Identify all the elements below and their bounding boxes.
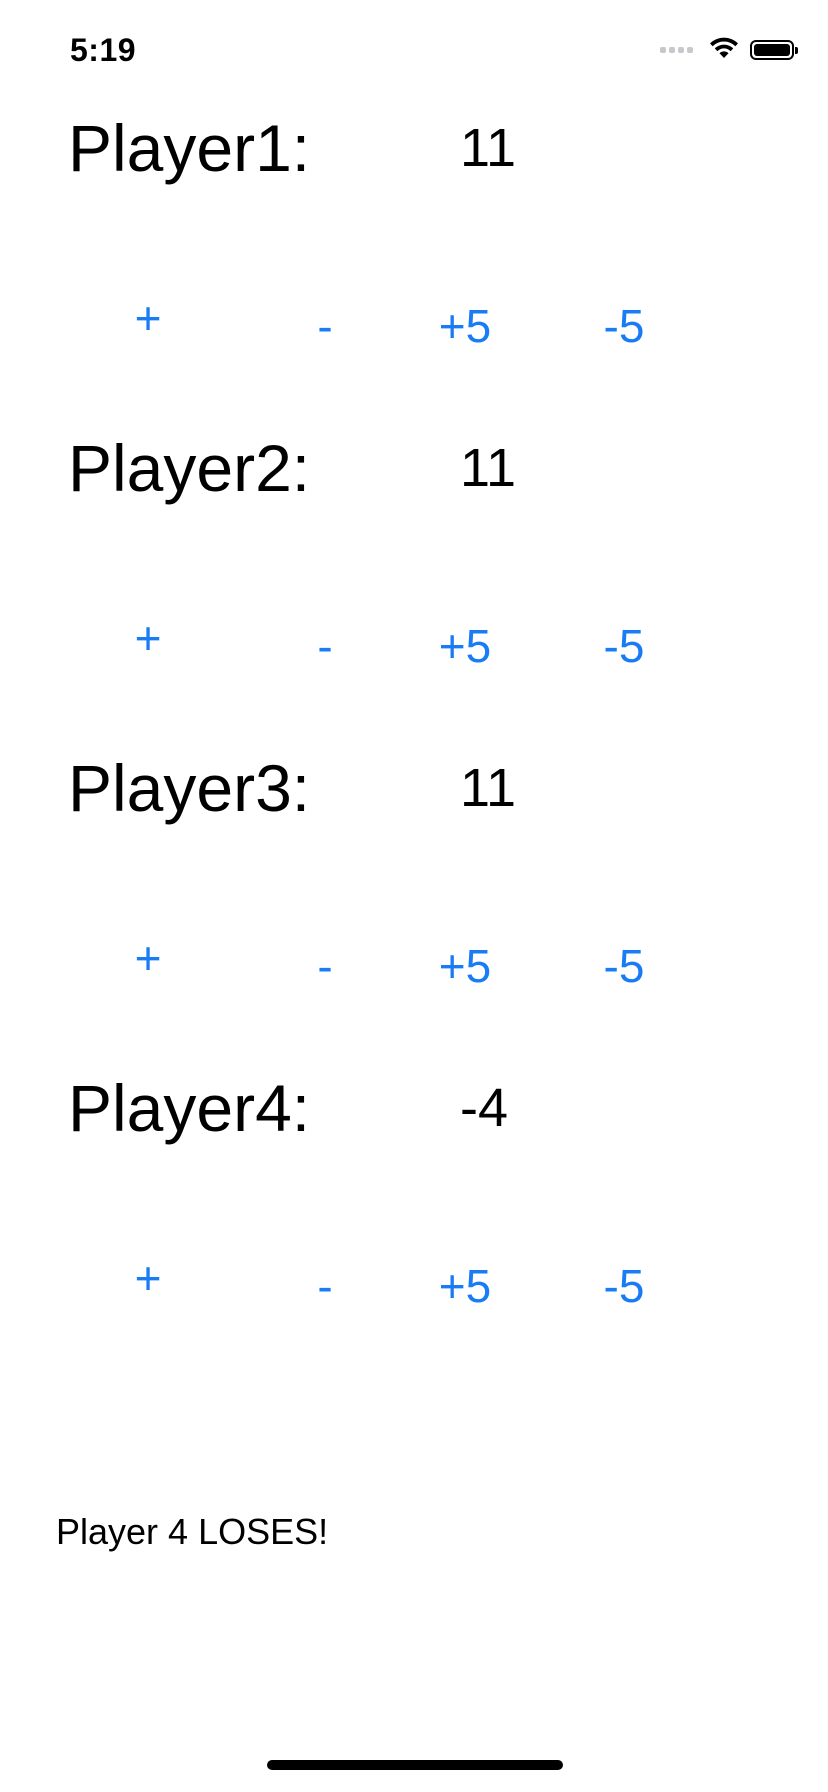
player-4-add-five-button[interactable]: +5 xyxy=(410,1246,520,1326)
player-4-row: Player4: -4 + - +5 -5 xyxy=(0,1070,828,1390)
player-2-name: Player2: xyxy=(68,431,311,505)
player-3-increment-button[interactable]: + xyxy=(93,918,203,998)
status-bar: 5:19 xyxy=(0,0,828,96)
player-1-row: Player1: 11 + - +5 -5 xyxy=(0,110,828,430)
player-1-increment-button[interactable]: + xyxy=(93,278,203,358)
player-2-score: 11 xyxy=(460,438,517,498)
player-2-increment-button[interactable]: + xyxy=(93,598,203,678)
result-message: Player 4 LOSES! xyxy=(56,1511,329,1552)
player-3-subtract-five-button[interactable]: -5 xyxy=(569,926,679,1006)
player-1-subtract-five-button[interactable]: -5 xyxy=(569,286,679,366)
player-4-score: -4 xyxy=(460,1078,509,1138)
cellular-signal-icon xyxy=(660,47,696,53)
player-2-row: Player2: 11 + - +5 -5 xyxy=(0,430,828,750)
home-indicator[interactable] xyxy=(267,1760,563,1770)
status-time: 5:19 xyxy=(70,32,137,68)
player-3-name: Player3: xyxy=(68,751,311,825)
player-1-decrement-button[interactable]: - xyxy=(270,286,380,366)
player-1-add-five-button[interactable]: +5 xyxy=(410,286,520,366)
player-4-increment-button[interactable]: + xyxy=(93,1238,203,1318)
player-1-score: 11 xyxy=(460,118,517,178)
wifi-icon xyxy=(708,36,740,65)
player-4-name: Player4: xyxy=(68,1071,311,1145)
player-2-decrement-button[interactable]: - xyxy=(270,606,380,686)
player-3-add-five-button[interactable]: +5 xyxy=(410,926,520,1006)
player-4-decrement-button[interactable]: - xyxy=(270,1246,380,1326)
battery-icon xyxy=(750,40,798,60)
player-1-name: Player1: xyxy=(68,111,311,185)
player-3-score: 11 xyxy=(460,758,517,818)
player-2-add-five-button[interactable]: +5 xyxy=(410,606,520,686)
player-3-decrement-button[interactable]: - xyxy=(270,926,380,1006)
status-icons xyxy=(660,36,798,65)
player-3-row: Player3: 11 + - +5 -5 xyxy=(0,750,828,1070)
player-4-subtract-five-button[interactable]: -5 xyxy=(569,1246,679,1326)
player-2-subtract-five-button[interactable]: -5 xyxy=(569,606,679,686)
